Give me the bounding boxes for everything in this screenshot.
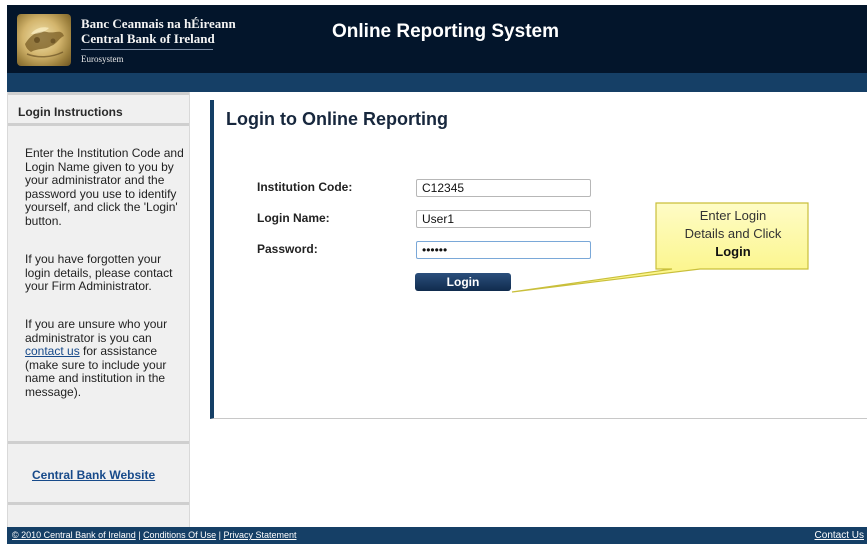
contact-us-footer-link[interactable]: Contact Us [815, 530, 864, 541]
conditions-of-use-link[interactable]: Conditions Of Use [143, 530, 216, 540]
app-window: Banc Ceannais na hÉireann Central Bank o… [0, 0, 867, 551]
footer-links: © 2010 Central Bank of Ireland | Conditi… [12, 530, 296, 540]
callout-line3: Login [715, 244, 751, 259]
callout-balloon-icon [511, 202, 809, 293]
footer-bar: © 2010 Central Bank of Ireland | Conditi… [7, 527, 867, 544]
privacy-statement-link[interactable]: Privacy Statement [223, 530, 296, 540]
callout-line2: Details and Click [684, 226, 782, 241]
footer-separator: | [135, 530, 144, 540]
callout-text: Enter Login Details and Click Login [658, 207, 808, 261]
callout-line1: Enter Login [699, 208, 767, 223]
copyright-link[interactable]: © 2010 Central Bank of Ireland [12, 530, 136, 540]
